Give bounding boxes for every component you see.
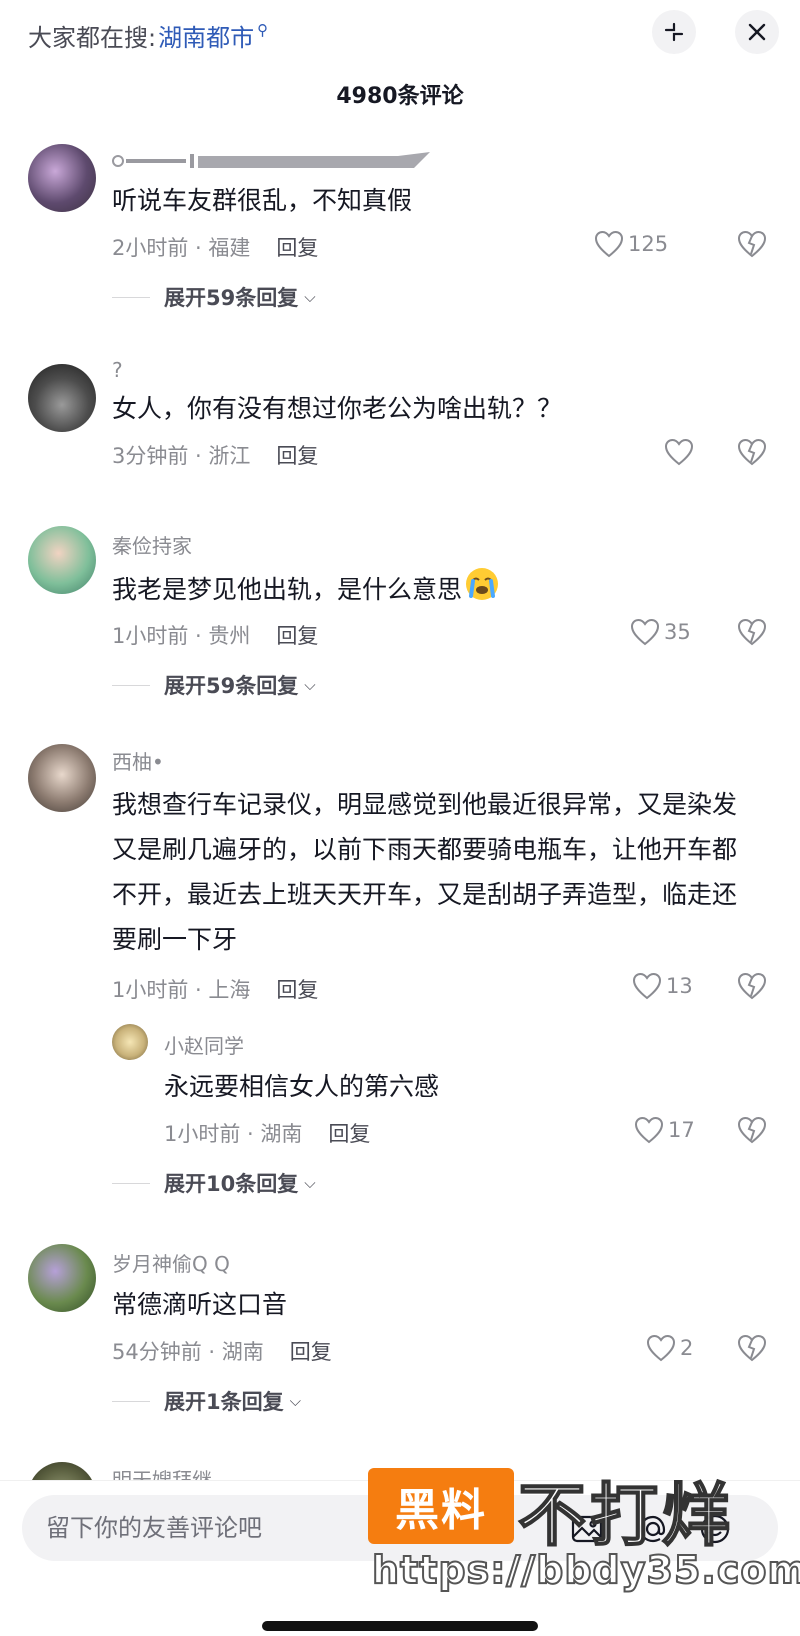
reply-button[interactable]: 回复 — [276, 236, 318, 260]
heart-icon — [634, 1116, 664, 1144]
comment-meta: 54分钟前 · 湖南 回复 — [112, 1336, 332, 1366]
reply-meta: 1小时前 · 湖南 回复 — [164, 1118, 370, 1148]
chevron-down-icon: ⌵ — [304, 1174, 316, 1192]
broken-heart-icon — [737, 438, 767, 466]
broken-heart-icon — [737, 618, 767, 646]
broken-heart-icon — [737, 972, 767, 1000]
close-icon — [748, 23, 766, 41]
reply-button[interactable]: 回复 — [276, 444, 318, 468]
comment-text: 常德滴听这口音 — [112, 1290, 288, 1319]
heart-icon — [630, 618, 660, 646]
chevron-down-icon: ⌵ — [289, 1392, 301, 1410]
comment-text-content: 我老是梦见他出轨，是什么意思 — [112, 575, 463, 604]
like-count: 13 — [666, 974, 693, 998]
expand-replies[interactable]: 展开1条回复 ⌵ — [112, 1386, 301, 1416]
like-count: 2 — [680, 1336, 694, 1360]
expand-replies-label: 展开1条回复 — [164, 1390, 284, 1414]
collapse-button[interactable] — [652, 10, 696, 54]
like-button[interactable]: 35 — [630, 618, 691, 646]
broken-heart-icon — [737, 230, 767, 258]
like-button[interactable] — [664, 438, 698, 466]
like-count: 125 — [628, 232, 669, 256]
avatar[interactable] — [28, 364, 96, 432]
heart-icon — [594, 230, 624, 258]
time-location: 1小时前 · 湖南 — [164, 1122, 303, 1146]
like-button[interactable]: 13 — [632, 972, 693, 1000]
expand-replies-label: 展开59条回复 — [164, 286, 299, 310]
username[interactable]: 秦俭持家 — [112, 530, 192, 559]
username[interactable]: 岁月神偷Q Q — [112, 1248, 230, 1277]
dislike-button[interactable] — [737, 618, 767, 650]
home-indicator[interactable] — [262, 1621, 538, 1631]
comment-text: 我老是梦见他出轨，是什么意思 — [112, 566, 752, 616]
trending-search-prefix: 大家都在搜: — [28, 24, 157, 52]
avatar[interactable] — [28, 144, 96, 212]
time-location: 1小时前 · 上海 — [112, 978, 251, 1002]
avatar[interactable] — [28, 526, 96, 594]
dislike-button[interactable] — [737, 230, 767, 262]
comment-text: 听说车友群很乱，不知真假 — [112, 186, 413, 215]
avatar[interactable] — [28, 744, 96, 812]
time-location: 54分钟前 · 湖南 — [112, 1340, 264, 1364]
watermark-badge: 黑料 — [368, 1468, 514, 1544]
time-location: 2小时前 · 福建 — [112, 236, 251, 260]
watermark-url: https://bbdy35.com — [371, 1547, 800, 1593]
expand-replies-label: 展开59条回复 — [164, 674, 299, 698]
broken-heart-icon — [737, 1116, 767, 1144]
like-count: 35 — [664, 620, 691, 644]
dislike-button[interactable] — [737, 1334, 767, 1366]
reply-button[interactable]: 回复 — [276, 624, 318, 648]
crying-emoji-icon — [464, 566, 500, 616]
chevron-down-icon: ⌵ — [304, 676, 316, 694]
trending-search[interactable]: 大家都在搜: 湖南都市 ⚲ — [28, 18, 268, 53]
watermark-text: 不打烊 — [517, 1476, 735, 1557]
avatar[interactable] — [28, 1244, 96, 1312]
username[interactable]: 西柚• — [112, 746, 164, 775]
comment-meta: 1小时前 · 贵州 回复 — [112, 620, 318, 650]
like-button[interactable]: 125 — [594, 230, 668, 258]
close-button[interactable] — [735, 10, 779, 54]
chevron-down-icon: ⌵ — [304, 288, 316, 306]
comment-text: 我想查行车记录仪，明显感觉到他最近很异常，又是染发又是刷几遍牙的，以前下雨天都要… — [112, 790, 738, 954]
broken-heart-icon — [737, 1334, 767, 1362]
reply-button[interactable]: 回复 — [290, 1340, 332, 1364]
expand-replies-label: 展开10条回复 — [164, 1172, 299, 1196]
divider — [112, 1182, 150, 1184]
divider — [112, 1400, 150, 1402]
top-bar: 大家都在搜: 湖南都市 ⚲ — [0, 0, 800, 72]
comment-meta: 2小时前 · 福建 回复 — [112, 232, 318, 262]
time-location: 1小时前 · 贵州 — [112, 624, 251, 648]
reply-button[interactable]: 回复 — [328, 1122, 370, 1146]
time-location: 3分钟前 · 浙江 — [112, 444, 251, 468]
comment-meta: 3分钟前 · 浙江 回复 — [112, 440, 318, 470]
like-button[interactable]: 2 — [646, 1334, 693, 1362]
dislike-button[interactable] — [737, 972, 767, 1004]
heart-icon — [646, 1334, 676, 1362]
expand-replies[interactable]: 展开59条回复 ⌵ — [112, 670, 316, 700]
comment-text: 女人，你有没有想过你老公为啥出轨？？ — [112, 394, 563, 423]
dislike-button[interactable] — [737, 438, 767, 470]
expand-replies[interactable]: 展开10条回复 ⌵ — [112, 1168, 316, 1198]
heart-icon — [664, 438, 694, 466]
reply-avatar[interactable] — [112, 1024, 148, 1060]
like-count: 17 — [668, 1118, 695, 1142]
search-icon: ⚲ — [257, 20, 269, 39]
heart-icon — [632, 972, 662, 1000]
divider — [112, 684, 150, 686]
like-button[interactable]: 17 — [634, 1116, 695, 1144]
trending-search-keyword[interactable]: 湖南都市 — [158, 18, 254, 53]
reply-username[interactable]: 小赵同学 — [164, 1030, 244, 1059]
dislike-button[interactable] — [737, 1116, 767, 1148]
username[interactable]: ? — [112, 358, 123, 382]
masked-username — [112, 150, 432, 176]
comment-meta: 1小时前 · 上海 回复 — [112, 974, 318, 1004]
expand-replies[interactable]: 展开59条回复 ⌵ — [112, 282, 316, 312]
divider — [112, 296, 150, 298]
reply-text: 永远要相信女人的第六感 — [164, 1072, 440, 1101]
reply-button[interactable]: 回复 — [276, 978, 318, 1002]
comment-count-title: 4980条评论 — [336, 84, 464, 109]
collapse-icon — [664, 22, 684, 42]
